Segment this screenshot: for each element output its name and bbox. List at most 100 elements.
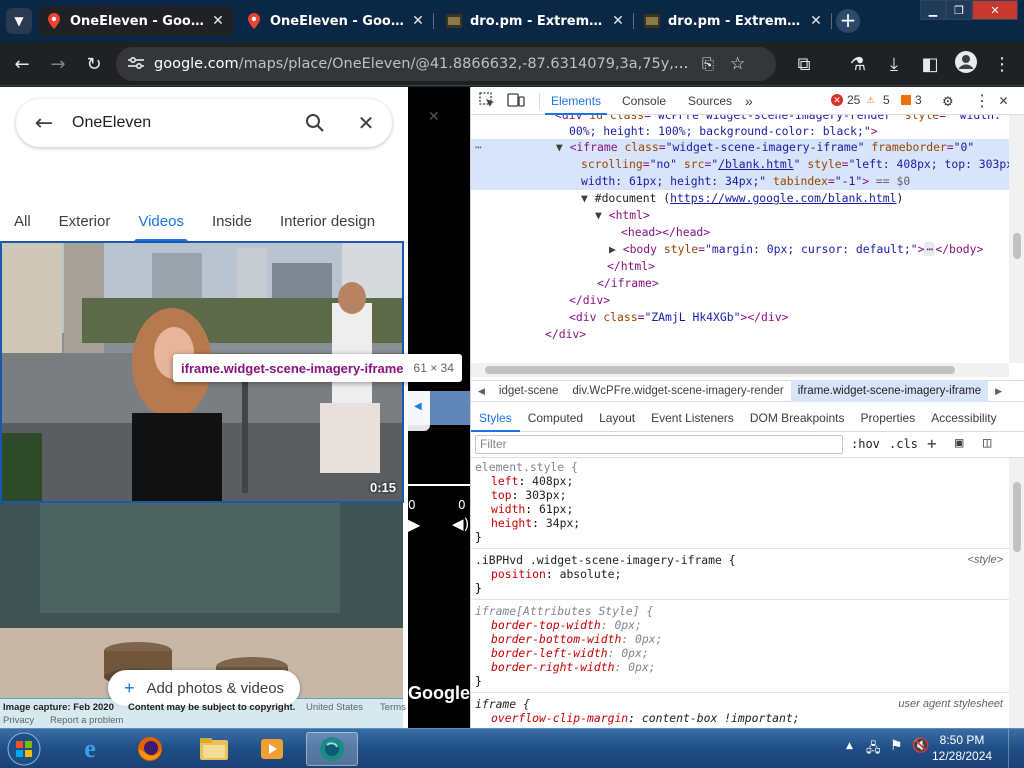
downloads-button[interactable]: ⤓: [880, 50, 908, 78]
profile-button[interactable]: [952, 50, 980, 78]
search-icon[interactable]: [290, 113, 340, 133]
dom-line[interactable]: 00%; height: 100%; background-color: bla…: [471, 123, 1009, 140]
breadcrumb-item[interactable]: div.WcPFre.widget-scene-imagery-render: [565, 385, 790, 397]
video-progress-bar[interactable]: [408, 484, 470, 486]
report-problem-link[interactable]: Report a problem: [50, 715, 123, 726]
show-desktop-button[interactable]: [1008, 729, 1024, 768]
tab-styles[interactable]: Styles: [471, 404, 520, 432]
tab-console[interactable]: Console: [622, 87, 666, 115]
tab-inside[interactable]: Inside: [198, 213, 266, 242]
show-hidden-icons[interactable]: ▲: [846, 741, 853, 751]
side-panel-button[interactable]: ◧: [916, 50, 944, 78]
tab-interior-design[interactable]: Interior design: [266, 213, 389, 242]
dom-line[interactable]: </div>: [471, 292, 1009, 309]
tab-elements[interactable]: Elements: [544, 87, 608, 115]
close-icon[interactable]: ✕: [428, 109, 440, 125]
dom-line[interactable]: ▼ <html>: [471, 207, 1009, 224]
rule-selector[interactable]: iframe {: [475, 697, 530, 711]
styles-filter-input[interactable]: Filter: [475, 435, 843, 454]
issues-count[interactable]: 3: [915, 93, 922, 107]
style-declaration[interactable]: left: 408px;: [491, 474, 573, 488]
back-arrow-icon[interactable]: ←: [16, 111, 72, 136]
tab-dropm-1[interactable]: dro.pm - Extremely Sho ✕: [438, 6, 634, 36]
dom-line[interactable]: ▶ <body style="margin: 0px; cursor: defa…: [471, 241, 1009, 258]
error-icon[interactable]: ✕: [831, 94, 843, 106]
reload-button[interactable]: ↻: [80, 50, 108, 78]
style-declaration[interactable]: height: 34px;: [491, 516, 580, 530]
hover-state-toggle[interactable]: :hov: [851, 437, 880, 451]
close-devtools-icon[interactable]: ✕: [999, 91, 1008, 109]
style-declaration[interactable]: position: absolute;: [491, 567, 621, 581]
taskbar-chrome-app[interactable]: [306, 732, 358, 766]
rule-selector[interactable]: element.style {: [475, 460, 578, 474]
address-bar[interactable]: google.com/maps/place/OneEleven/@41.8866…: [116, 47, 776, 81]
terms-link[interactable]: Terms: [380, 702, 406, 713]
taskbar-firefox[interactable]: [124, 732, 176, 766]
close-tab-icon[interactable]: ✕: [210, 13, 226, 29]
expand-panel-button[interactable]: ◀: [408, 391, 430, 431]
tab-event-listeners[interactable]: Event Listeners: [643, 404, 742, 432]
tab-dropm-2[interactable]: dro.pm - Extremely Sho ✕: [636, 6, 832, 36]
warning-icon[interactable]: ⚠: [867, 92, 874, 106]
dom-line[interactable]: </div>: [471, 326, 1009, 343]
class-toggle[interactable]: .cls: [889, 437, 918, 451]
style-declaration[interactable]: border-right-width: 0px;: [491, 660, 656, 674]
tab-properties[interactable]: Properties: [853, 404, 924, 432]
taskbar-media-player[interactable]: [246, 732, 298, 766]
dom-hscrollbar[interactable]: [471, 363, 1009, 377]
tab-accessibility[interactable]: Accessibility: [923, 404, 1004, 432]
breadcrumb-item[interactable]: idget-scene: [492, 385, 565, 397]
extensions-button[interactable]: ⧉: [790, 50, 818, 78]
tab-videos[interactable]: Videos: [124, 213, 198, 242]
browser-menu-button[interactable]: ⋮: [988, 50, 1016, 78]
error-count[interactable]: 25: [847, 93, 860, 107]
close-tab-icon[interactable]: ✕: [808, 13, 824, 29]
tab-oneeleven-1[interactable]: OneEleven - Google Ma ✕: [38, 6, 234, 36]
play-icon[interactable]: ▶: [408, 515, 420, 534]
restore-window-button[interactable]: ❐: [946, 0, 972, 20]
style-declaration[interactable]: width: 61px;: [491, 502, 573, 516]
install-app-icon[interactable]: ⎘: [702, 55, 714, 73]
privacy-link[interactable]: Privacy: [3, 715, 34, 726]
network-icon[interactable]: 🖧: [866, 739, 881, 761]
dom-line[interactable]: <div class="ZAmjL Hk4XGb"></div>: [471, 309, 1009, 326]
collapsed-content-badge[interactable]: ⋯: [924, 242, 936, 256]
styles-scrollbar[interactable]: [1009, 458, 1024, 728]
style-declaration[interactable]: border-bottom-width: 0px;: [491, 632, 662, 646]
tab-oneeleven-2[interactable]: OneEleven - Google Ma ✕: [238, 6, 434, 36]
new-style-rule-icon[interactable]: +: [927, 434, 937, 453]
dom-scrollbar-thumb[interactable]: [1013, 233, 1021, 259]
paint-icon[interactable]: ▣: [955, 435, 963, 451]
tab-all[interactable]: All: [0, 213, 45, 242]
new-tab-button[interactable]: +: [836, 9, 860, 33]
bookmark-star-icon[interactable]: ☆: [730, 54, 745, 74]
tab-exterior[interactable]: Exterior: [45, 213, 125, 242]
search-input[interactable]: OneEleven: [72, 114, 290, 132]
start-button[interactable]: [4, 730, 44, 768]
action-center-flag-icon[interactable]: ⚑: [890, 738, 903, 754]
toggle-sidebar-icon[interactable]: ◫: [983, 435, 991, 451]
styles-scrollbar-thumb[interactable]: [1013, 482, 1021, 552]
dom-line-selected[interactable]: width: 61px; height: 34px;" tabindex="-1…: [471, 173, 1009, 190]
tab-layout[interactable]: Layout: [591, 404, 643, 432]
device-toolbar-icon[interactable]: [507, 92, 525, 112]
gear-icon[interactable]: ⚙: [943, 91, 953, 110]
site-settings-icon[interactable]: [128, 55, 144, 74]
labs-button[interactable]: ⚗: [844, 50, 872, 78]
breadcrumb-item-selected[interactable]: iframe.widget-scene-imagery-iframe: [790, 380, 989, 402]
style-declaration[interactable]: top: 303px;: [491, 488, 566, 502]
back-button[interactable]: ←: [8, 50, 36, 78]
breadcrumb-scroll-left-icon[interactable]: ◀: [471, 386, 492, 397]
issues-icon[interactable]: [901, 95, 911, 105]
dom-line[interactable]: <head></head>: [471, 224, 1009, 241]
dom-line[interactable]: </iframe>: [471, 275, 1009, 292]
taskbar-internet-explorer[interactable]: e: [64, 732, 116, 766]
breadcrumb-scroll-right-icon[interactable]: ▶: [988, 386, 1009, 397]
dom-scrollbar[interactable]: [1009, 115, 1024, 363]
rule-selector[interactable]: iframe[Attributes Style] {: [475, 604, 653, 618]
dom-line[interactable]: ▼ #document (https://www.google.com/blan…: [471, 190, 1009, 207]
system-clock[interactable]: 8:50 PM 12/28/2024: [932, 732, 992, 764]
close-window-button[interactable]: ✕: [972, 0, 1018, 20]
inspect-element-icon[interactable]: [479, 92, 495, 112]
style-declaration[interactable]: border-left-width: 0px;: [491, 646, 649, 660]
